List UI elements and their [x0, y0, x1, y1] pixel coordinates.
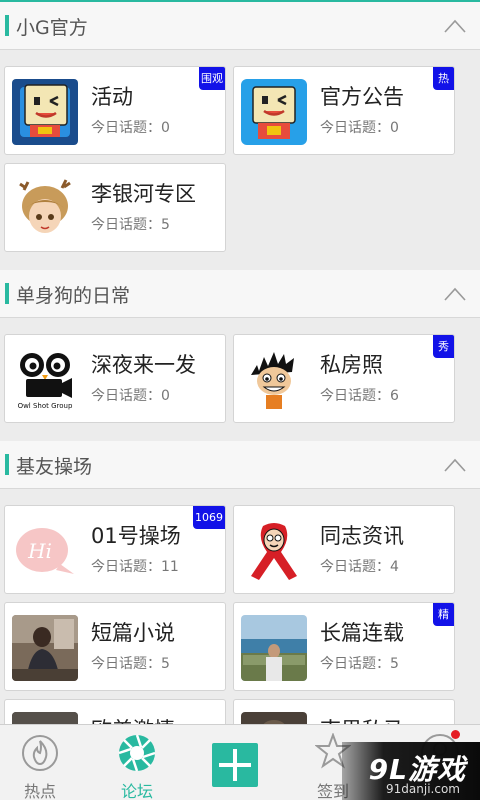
badge: 热 — [433, 67, 454, 90]
forum-title: 私房照 — [320, 353, 383, 377]
chevron-up-icon[interactable] — [444, 458, 466, 472]
forum-card-western[interactable]: 欧美激情 — [4, 699, 226, 724]
forum-card-serial-novels[interactable]: 长篇连载 今日话题：5 精 — [233, 602, 455, 691]
forum-title: 01号操场 — [91, 524, 181, 548]
watermark-url: 91danji.com — [386, 782, 460, 796]
forum-title: 李银河专区 — [91, 182, 196, 206]
photo-thumbnail — [241, 712, 307, 724]
badge: 秀 — [433, 335, 454, 358]
notification-dot — [451, 730, 460, 739]
sea-photo-thumbnail — [241, 615, 307, 681]
forum-card-southern[interactable]: 南男私马 — [233, 699, 455, 724]
aperture-icon — [118, 734, 156, 772]
hi-bubble-text: Hi — [27, 539, 52, 563]
forum-card-gay-news[interactable]: 同志资讯 今日话题：4 — [233, 505, 455, 594]
man-photo-thumbnail — [12, 615, 78, 681]
nav-hot[interactable]: 热点 — [0, 725, 80, 800]
red-ribbon-face-avatar — [241, 518, 307, 584]
cartoon-spiky-man-avatar — [241, 347, 307, 413]
section-accent-bar — [5, 15, 9, 36]
nav-label: 热点 — [23, 782, 56, 800]
forum-title: 深夜来一发 — [91, 353, 196, 377]
topic-count: 今日话题：4 — [320, 559, 399, 575]
forum-title: 长篇连载 — [320, 621, 404, 645]
owl-shot-group-text: Owl Shot Group — [18, 402, 73, 410]
section-accent-bar — [5, 283, 9, 304]
topic-count: 今日话题：5 — [320, 656, 399, 672]
forum-card-activity[interactable]: 活动 今日话题：0 围观 — [4, 66, 226, 155]
section-header-official[interactable]: 小G官方 — [0, 2, 480, 50]
blue-square-mascot-avatar — [12, 79, 78, 145]
topic-count: 今日话题：0 — [91, 388, 170, 404]
watermark: 9L游戏 91danji.com — [342, 742, 480, 800]
nav-label: 论坛 — [120, 782, 153, 800]
antler-girl-avatar — [12, 176, 78, 242]
section-accent-bar — [5, 454, 9, 475]
hi-speech-bubble-avatar: Hi — [12, 518, 78, 584]
section-title: 基友操场 — [16, 456, 93, 478]
forum-card-short-stories[interactable]: 短篇小说 今日话题：5 — [4, 602, 226, 691]
topic-count: 今日话题：5 — [91, 656, 170, 672]
badge: 1069 — [193, 506, 225, 529]
chevron-up-icon[interactable] — [444, 19, 466, 33]
topic-count: 今日话题：6 — [320, 388, 399, 404]
forum-title: 活动 — [91, 85, 133, 109]
forum-card-announcement[interactable]: 官方公告 今日话题：0 热 — [233, 66, 455, 155]
forum-list[interactable]: 小G官方 活动 今日话题：0 围观 官方公告 今日话题：0 热 李银河专区 今日… — [0, 2, 480, 724]
owl-shot-group-logo: Owl Shot Group — [12, 347, 78, 413]
forum-card-li-yinhe[interactable]: 李银河专区 今日话题：5 — [4, 163, 226, 252]
section-header-singles[interactable]: 单身狗的日常 — [0, 270, 480, 318]
photo-thumbnail — [12, 712, 78, 724]
forum-title: 同志资讯 — [320, 524, 404, 548]
forum-title: 短篇小说 — [91, 621, 175, 645]
badge: 围观 — [199, 67, 225, 90]
topic-count: 今日话题：5 — [91, 217, 170, 233]
chevron-up-icon[interactable] — [444, 287, 466, 301]
topic-count: 今日话题：0 — [91, 120, 170, 136]
section-title: 小G官方 — [16, 17, 88, 39]
forum-title: 官方公告 — [320, 85, 404, 109]
forum-card-late-night[interactable]: Owl Shot Group 深夜来一发 今日话题：0 — [4, 334, 226, 423]
section-header-playground[interactable]: 基友操场 — [0, 441, 480, 489]
plus-icon[interactable] — [212, 743, 258, 787]
section-title: 单身狗的日常 — [16, 285, 131, 307]
forum-card-playground-01[interactable]: Hi 01号操场 今日话题：11 1069 — [4, 505, 226, 594]
forum-card-private-photos[interactable]: 私房照 今日话题：6 秀 — [233, 334, 455, 423]
blue-square-mascot-avatar — [241, 79, 307, 145]
flame-icon — [22, 735, 58, 771]
forum-title: 南男私马 — [320, 714, 404, 724]
topic-count: 今日话题：11 — [91, 559, 179, 575]
badge: 精 — [433, 603, 454, 626]
nav-forum[interactable]: 论坛 — [97, 725, 177, 800]
topic-count: 今日话题：0 — [320, 120, 399, 136]
forum-title: 欧美激情 — [91, 714, 175, 724]
